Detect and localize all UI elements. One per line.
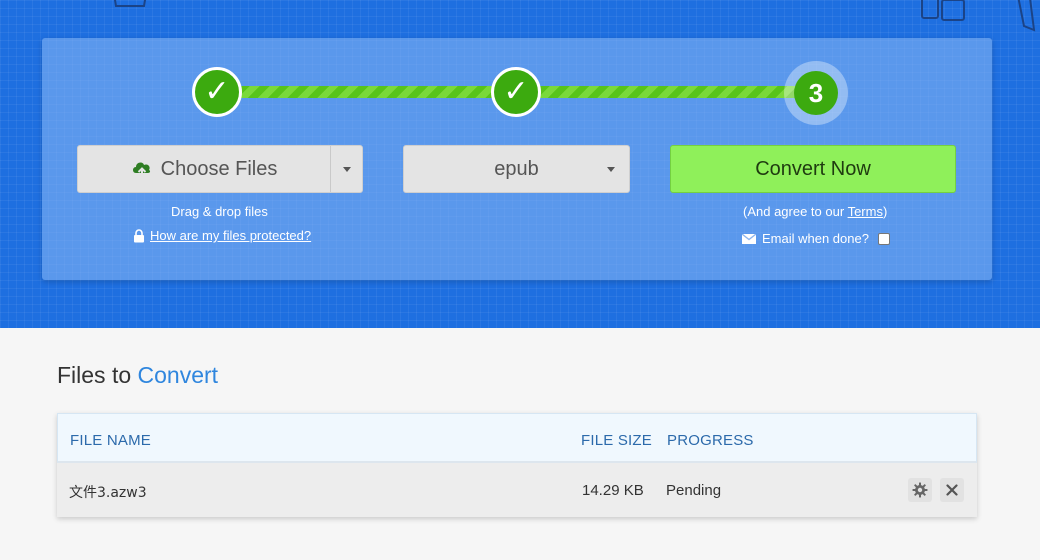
email-checkbox[interactable]: [877, 232, 890, 245]
upload-source-dropdown[interactable]: [331, 146, 363, 192]
terms-link[interactable]: Terms: [848, 204, 883, 219]
progress-cell: Pending: [666, 482, 722, 499]
terms-suffix: ): [882, 204, 888, 219]
table-row: 文件3.azw3 14.29 KB Pending: [57, 463, 977, 517]
section-title-prefix: Files to: [57, 362, 138, 388]
lock-icon: [134, 228, 144, 242]
format-select[interactable]: epub: [403, 145, 630, 193]
terms-notice: (And agree to our Terms): [743, 204, 887, 219]
section-title-accent: Convert: [137, 362, 219, 388]
format-selected-value: epub: [494, 157, 539, 180]
files-table: FILE NAME FILE SIZE PROGRESS 文件3.azw3 14…: [57, 413, 977, 517]
table-header: FILE NAME FILE SIZE PROGRESS: [57, 413, 977, 463]
gear-icon: [912, 482, 928, 498]
choose-files-label: Choose Files: [160, 157, 278, 180]
column-header-file-size: FILE SIZE: [581, 432, 652, 449]
cloud-upload-icon: [132, 162, 150, 178]
step-1-complete: ✓: [192, 67, 242, 117]
email-row: Email when done?: [742, 231, 890, 246]
chevron-down-icon: [343, 166, 351, 172]
files-protected-link[interactable]: How are my files protected?: [150, 228, 311, 243]
step-3-current: 3: [784, 61, 848, 125]
convert-now-button[interactable]: Convert Now: [670, 145, 956, 193]
file-name-cell: 文件3.azw3: [69, 485, 147, 501]
devices-doodle-icon: [921, 0, 965, 21]
remove-file-button[interactable]: [940, 478, 964, 502]
document-doodle-icon: [113, 0, 147, 7]
step-3-number: 3: [794, 71, 838, 115]
choose-files-button-group: Choose Files: [77, 145, 363, 193]
checkmark-icon: ✓: [503, 75, 529, 108]
chevron-down-icon: [607, 167, 615, 172]
progress-line-2: [540, 86, 802, 98]
checkmark-icon: ✓: [204, 75, 230, 108]
drag-drop-hint: Drag & drop files: [171, 204, 268, 219]
section-title: Files to Convert: [57, 362, 218, 389]
terms-prefix: (And agree to our: [743, 204, 848, 219]
column-header-progress: PROGRESS: [667, 432, 754, 449]
column-header-file-name: FILE NAME: [70, 432, 151, 449]
file-size-cell: 14.29 KB: [582, 482, 644, 499]
envelope-icon: [742, 233, 756, 244]
step-2-complete: ✓: [491, 67, 541, 117]
file-settings-button[interactable]: [908, 478, 932, 502]
pen-doodle-icon: [1017, 0, 1036, 32]
email-label: Email when done?: [762, 231, 869, 246]
choose-files-button[interactable]: Choose Files: [78, 146, 330, 192]
progress-line-1: [240, 86, 492, 98]
hero-banner: ✓ ✓ 3 Choose Files Drag & drop files How…: [0, 0, 1040, 328]
protection-row: How are my files protected?: [133, 228, 311, 243]
close-icon: [946, 484, 958, 496]
